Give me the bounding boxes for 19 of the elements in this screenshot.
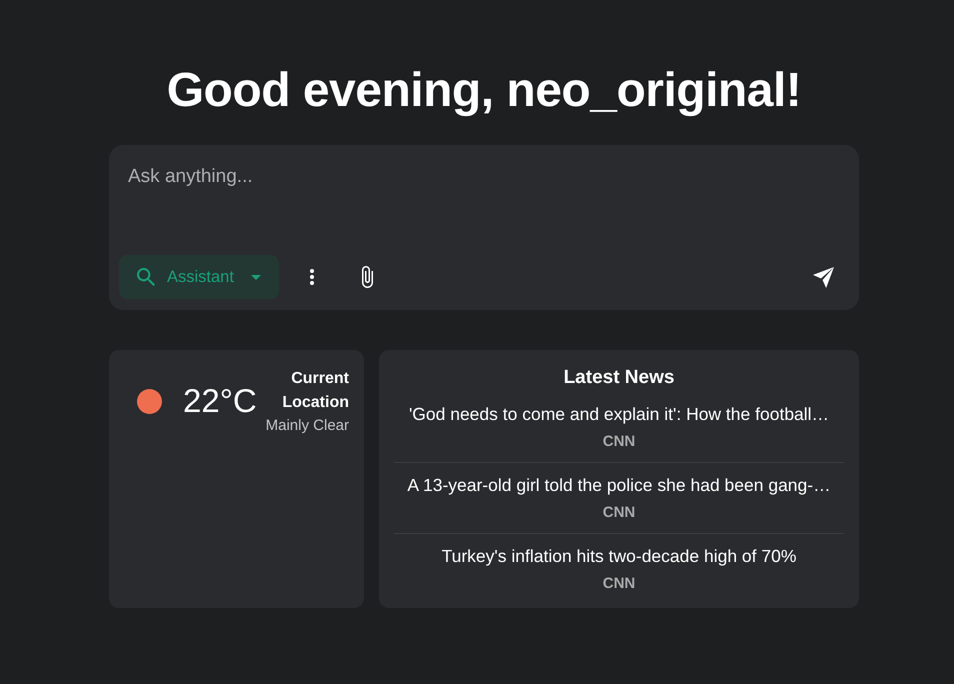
chat-input-box[interactable]: Ask anything... Assistant xyxy=(109,145,859,310)
news-source: CNN xyxy=(602,503,636,523)
news-headline[interactable]: Turkey's inflation hits two-decade high of 70% xyxy=(442,545,796,567)
temperature: 22°C xyxy=(183,381,257,421)
caret-icon xyxy=(250,274,261,280)
news-title: Latest News xyxy=(564,366,674,390)
greeting-heading: Good evening, neo_original! xyxy=(166,63,802,119)
news-headline[interactable]: A 13-year-old girl told the police she had been gang-… xyxy=(407,474,831,496)
more-icon xyxy=(310,269,314,285)
news-source: CNN xyxy=(602,432,636,452)
send-icon xyxy=(812,266,834,288)
search-icon xyxy=(137,268,155,286)
assistant-dropdown[interactable]: Assistant xyxy=(119,255,279,299)
news-headline[interactable]: 'God needs to come and explain it': How the football… xyxy=(408,403,830,425)
news-source: CNN xyxy=(602,574,636,594)
sun-icon xyxy=(137,389,162,414)
paperclip-icon xyxy=(362,266,372,288)
location-label: Current Location xyxy=(281,369,349,413)
weather-condition: Mainly Clear xyxy=(266,416,349,436)
